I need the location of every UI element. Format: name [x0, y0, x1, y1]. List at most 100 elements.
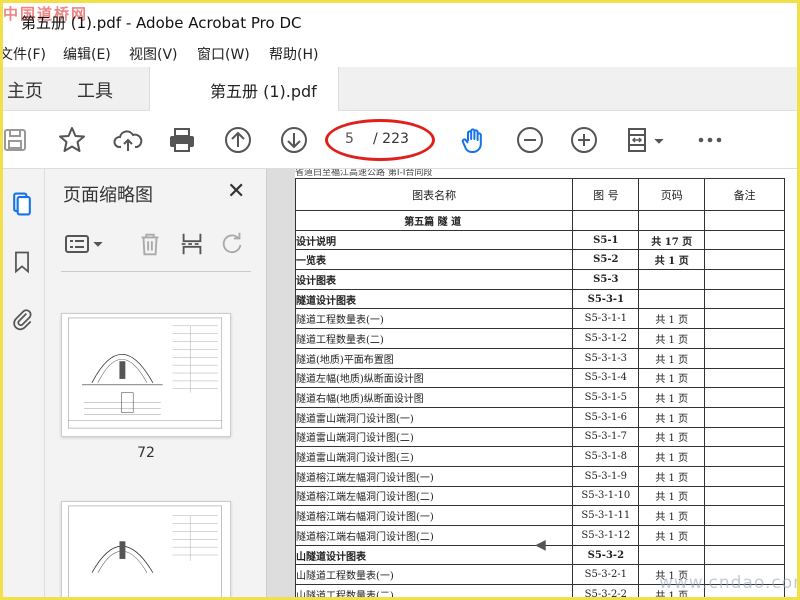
row-remark: [704, 249, 785, 271]
window-title: 第五册 (1).pdf - Adobe Acrobat Pro DC: [21, 14, 302, 32]
tab-tools[interactable]: 工具: [77, 77, 113, 103]
table-row: 隧道左幅(地质)纵断面设计图 S5-3-1-4 共 1 页: [294, 367, 785, 389]
row-title: 山隧道工程数量表(二): [294, 584, 574, 597]
column-header: 备注: [704, 178, 785, 211]
zoom-in-icon[interactable]: [567, 123, 601, 157]
table-row: 设计说明 S5-1 共 17 页: [294, 229, 785, 251]
page-header: 省道白至福江高速公路 第Ⅰ-Ⅰ合同段: [295, 169, 433, 177]
page-thumbnail[interactable]: [61, 501, 231, 597]
row-drawing-number: S5-3-2-1: [572, 564, 640, 586]
row-title: 隧道设计图表: [294, 288, 574, 310]
delete-page-icon[interactable]: [135, 229, 165, 259]
row-title: 隧道右幅(地质)纵断面设计图: [294, 387, 574, 408]
row-page-count: 共 1 页: [638, 328, 706, 349]
row-remark: [704, 465, 785, 487]
row-drawing-number: S5-3-1-11: [572, 505, 640, 526]
bookmark-icon[interactable]: [7, 247, 37, 277]
row-page-count: [638, 269, 706, 290]
row-title: 隧道榕江端右幅洞门设计图(一): [294, 505, 574, 526]
row-page-count: 共 17 页: [638, 229, 706, 251]
save-icon[interactable]: [3, 123, 33, 157]
menu-edit[interactable]: 编辑(E): [63, 44, 111, 64]
row-drawing-number: S5-3-2: [572, 544, 640, 566]
row-drawing-number: S5-3-1: [572, 288, 640, 310]
row-title: 隧道榕江端右幅洞门设计图(二): [294, 525, 574, 546]
tab-home[interactable]: 主页: [7, 77, 43, 103]
row-page-count: [638, 288, 706, 310]
row-title: 隧道雷山端洞门设计图(三): [294, 446, 574, 467]
row-drawing-number: S5-1: [572, 229, 640, 251]
row-remark: [704, 406, 785, 428]
rotate-icon[interactable]: [217, 229, 247, 259]
table-row: 隧道右幅(地质)纵断面设计图 S5-3-1-5 共 1 页: [294, 387, 785, 408]
collapse-panel-arrow[interactable]: ◀: [535, 537, 546, 553]
main-toolbar: 5 / 223: [3, 111, 797, 169]
table-row: 隧道工程数量表(二) S5-3-1-2 共 1 页: [294, 328, 785, 349]
print-icon[interactable]: [165, 123, 199, 157]
row-drawing-number: S5-3-1-12: [572, 525, 640, 546]
row-drawing-number: S5-3-2-2: [572, 584, 640, 597]
page-thumbnail[interactable]: [61, 313, 231, 437]
menu-help[interactable]: 帮助(H): [269, 44, 318, 64]
page-thumbnails-icon[interactable]: [7, 189, 37, 219]
table-row: 隧道雷山端洞门设计图(一) S5-3-1-6 共 1 页: [294, 406, 785, 428]
star-icon[interactable]: [55, 123, 89, 157]
extract-page-icon[interactable]: [177, 229, 207, 259]
row-remark: [704, 367, 785, 389]
row-drawing-number: S5-3-1-10: [572, 485, 640, 507]
row-drawing-number: S5-3-1-6: [572, 406, 640, 428]
row-page-count: 共 1 页: [638, 347, 706, 369]
watermark-url: www.cndao.com: [659, 573, 800, 593]
attachment-icon[interactable]: [7, 303, 37, 333]
menu-view[interactable]: 视图(V): [129, 44, 178, 64]
row-page-count: 共 1 页: [638, 249, 706, 271]
row-drawing-number: S5-3-1-5: [572, 387, 640, 408]
row-drawing-number: S5-3-1-1: [572, 308, 640, 330]
table-row: 一览表 S5-2 共 1 页: [294, 249, 785, 271]
table-row: 隧道(地质)平面布置图 S5-3-1-3 共 1 页: [294, 347, 785, 369]
page-up-icon[interactable]: [221, 123, 255, 157]
tab-bar: 主页 工具 第五册 (1).pdf: [3, 67, 797, 111]
row-page-count: 共 1 页: [638, 505, 706, 526]
close-icon[interactable]: ✕: [227, 179, 245, 204]
row-title: 第五篇 隧 道: [294, 210, 574, 231]
row-title: 隧道工程数量表(二): [294, 328, 574, 349]
row-remark: [704, 328, 785, 349]
row-page-count: 共 1 页: [638, 525, 706, 546]
row-page-count: 共 1 页: [638, 465, 706, 487]
row-title: 一览表: [294, 249, 574, 271]
row-title: 隧道榕江端左幅洞门设计图(一): [294, 465, 574, 487]
fit-page-icon[interactable]: [623, 123, 671, 157]
row-title: 隧道榕江端左幅洞门设计图(二): [294, 485, 574, 507]
row-page-count: 共 1 页: [638, 406, 706, 428]
document-view[interactable]: 省道白至福江高速公路 第Ⅰ-Ⅰ合同段 图表名称 图 号 页码 备注 第五篇 隧 …: [267, 169, 797, 597]
row-drawing-number: S5-3-1-8: [572, 446, 640, 467]
row-page-count: 共 1 页: [638, 446, 706, 467]
menu-window[interactable]: 窗口(W): [197, 44, 250, 64]
hand-tool-icon[interactable]: [457, 123, 491, 157]
options-menu-icon[interactable]: [63, 229, 107, 259]
zoom-out-icon[interactable]: [513, 123, 547, 157]
row-remark: [704, 347, 785, 369]
column-header: 图 号: [572, 178, 640, 211]
row-remark: [704, 525, 785, 546]
more-icon[interactable]: [693, 123, 727, 157]
row-remark: [704, 544, 785, 566]
panel-toolbar: [45, 225, 267, 265]
row-drawing-number: [572, 210, 640, 231]
row-title: 隧道左幅(地质)纵断面设计图: [294, 367, 574, 389]
page-down-icon[interactable]: [277, 123, 311, 157]
row-remark: [704, 387, 785, 408]
row-remark: [704, 288, 785, 310]
tab-document[interactable]: 第五册 (1).pdf: [149, 67, 339, 111]
cloud-upload-icon[interactable]: [111, 123, 145, 157]
pdf-page: 省道白至福江高速公路 第Ⅰ-Ⅰ合同段 图表名称 图 号 页码 备注 第五篇 隧 …: [294, 169, 797, 597]
menu-file[interactable]: 文件(F): [3, 44, 46, 64]
column-header: 页码: [638, 178, 706, 211]
row-page-count: 共 1 页: [638, 387, 706, 408]
row-remark: [704, 210, 785, 231]
row-page-count: [638, 544, 706, 566]
table-row: 隧道雷山端洞门设计图(二) S5-3-1-7 共 1 页: [294, 426, 785, 448]
row-drawing-number: S5-3-1-9: [572, 465, 640, 487]
row-title: 隧道(地质)平面布置图: [294, 347, 574, 369]
